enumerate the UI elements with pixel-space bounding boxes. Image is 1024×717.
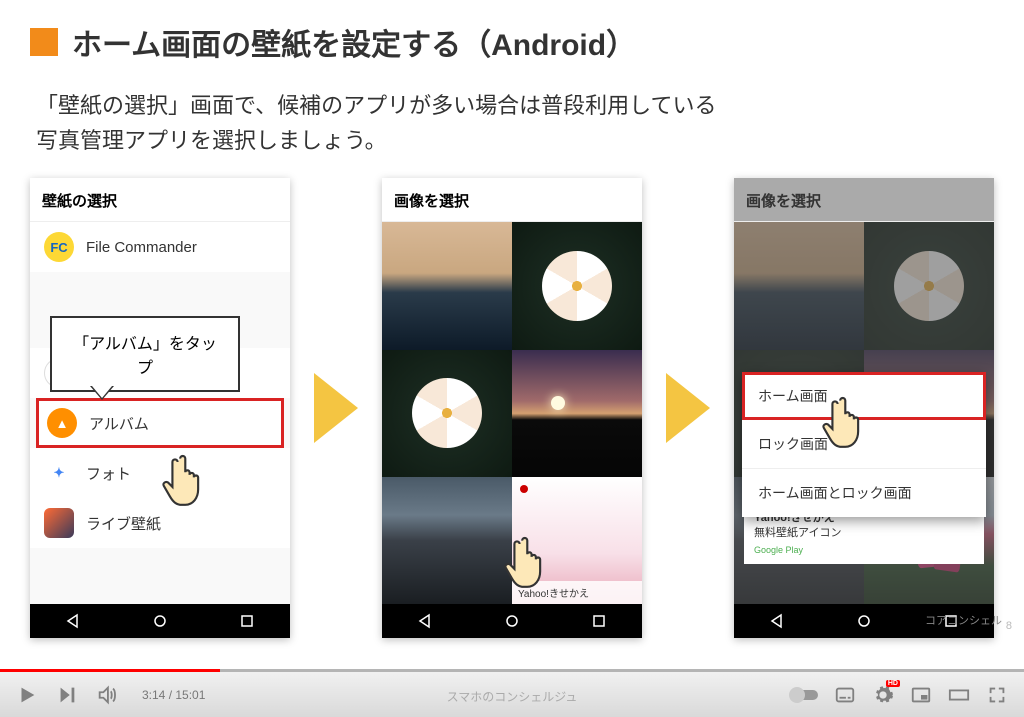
phone3-header: 画像を選択	[734, 178, 994, 222]
image-grid: Yahoo!きせかえ	[382, 222, 642, 604]
progress-track[interactable]	[0, 669, 1024, 672]
app-item-3[interactable]: ✦ フォト	[30, 448, 290, 498]
phone-2: 画像を選択 Yahoo!きせかえ	[382, 178, 642, 638]
app-label: フォト	[86, 463, 131, 484]
left-controls: 3:14 / 15:01	[16, 684, 205, 706]
page-number: 8	[1006, 620, 1012, 632]
app-icon	[44, 508, 74, 538]
arrow-icon	[314, 373, 358, 443]
nav-recent-icon[interactable]	[239, 613, 255, 629]
nav-home-icon[interactable]	[856, 613, 872, 629]
next-button[interactable]	[56, 684, 78, 706]
wallpaper-target-dialog: ホーム画面ロック画面ホーム画面とロック画面	[742, 372, 986, 517]
volume-button[interactable]	[96, 684, 118, 706]
miniplayer-button[interactable]	[910, 684, 932, 706]
fullscreen-button[interactable]	[986, 684, 1008, 706]
phone-3: 画像を選択 Yahoo!きせかえ 無料壁紙アイコン Google Play ホー…	[734, 178, 994, 638]
slide-title: ホーム画面の壁紙を設定する（Android）	[72, 20, 636, 64]
dialog-item-1[interactable]: ロック画面	[742, 420, 986, 469]
thumb-city[interactable]	[382, 477, 512, 604]
phones-row: 壁紙の選択 FCFile Commander⌂Xperiaホーム▲アルバム✦フォ…	[30, 178, 994, 638]
progress-fill	[0, 669, 220, 672]
nav-home-icon[interactable]	[152, 613, 168, 629]
play-button[interactable]	[16, 684, 38, 706]
thumb-flower[interactable]	[512, 222, 642, 349]
app-item-4[interactable]: ライブ壁紙	[30, 498, 290, 548]
thumb-flower-2[interactable]	[382, 350, 512, 477]
captions-button[interactable]	[834, 684, 856, 706]
channel-watermark: スマホのコンシェルジュ	[447, 688, 578, 705]
desc-line1: 「壁紙の選択」画面で、候補のアプリが多い場合は普段利用している	[36, 93, 716, 118]
app-icon: ✦	[44, 458, 74, 488]
slide-area: ホーム画面の壁紙を設定する（Android） 「壁紙の選択」画面で、候補のアプリ…	[0, 0, 1024, 678]
phone1-header: 壁紙の選択	[30, 178, 290, 222]
phone1-nav	[30, 604, 290, 638]
phone1-body: FCFile Commander⌂Xperiaホーム▲アルバム✦フォトライブ壁紙…	[30, 222, 290, 604]
brand-label: コアコンシェル	[925, 612, 1002, 628]
thumb-mountain[interactable]	[382, 222, 512, 349]
phone2-body: Yahoo!きせかえ	[382, 222, 642, 604]
app-icon: FC	[44, 232, 74, 262]
app-item-0[interactable]: FC File Commander	[30, 222, 290, 272]
hd-badge: HD	[886, 680, 900, 687]
dialog-item-0[interactable]: ホーム画面	[742, 372, 986, 420]
phone2-header: 画像を選択	[382, 178, 642, 222]
nav-recent-icon[interactable]	[591, 613, 607, 629]
dialog-item-2[interactable]: ホーム画面とロック画面	[742, 469, 986, 517]
thumb-pink[interactable]: Yahoo!きせかえ	[512, 477, 642, 604]
ad-sub: 無料壁紙アイコン	[754, 526, 974, 541]
settings-button[interactable]: HD	[872, 684, 894, 706]
thumb-label: Yahoo!きせかえ	[512, 581, 642, 604]
phone3-body: Yahoo!きせかえ 無料壁紙アイコン Google Play ホーム画面ロック…	[734, 222, 994, 604]
app-label: ライブ壁紙	[86, 513, 161, 534]
app-label: アルバム	[89, 413, 149, 434]
right-controls: HD	[790, 684, 1008, 706]
slide-description: 「壁紙の選択」画面で、候補のアプリが多い場合は普段利用している 写真管理アプリを…	[30, 88, 994, 158]
app-icon: ▲	[47, 408, 77, 438]
nav-back-icon[interactable]	[769, 613, 785, 629]
title-bullet-icon	[30, 28, 58, 56]
app-item-2[interactable]: ▲ アルバム	[36, 398, 284, 448]
theater-button[interactable]	[948, 684, 970, 706]
nav-back-icon[interactable]	[417, 613, 433, 629]
ad-store: Google Play	[754, 544, 974, 557]
nav-home-icon[interactable]	[504, 613, 520, 629]
callout-bubble: 「アルバム」をタップ	[50, 316, 240, 392]
nav-back-icon[interactable]	[65, 613, 81, 629]
arrow-icon	[666, 373, 710, 443]
duration: 15:01	[175, 688, 205, 702]
autoplay-toggle[interactable]	[790, 690, 818, 700]
thumb-sunset[interactable]	[512, 350, 642, 477]
title-row: ホーム画面の壁紙を設定する（Android）	[30, 20, 994, 64]
desc-line2: 写真管理アプリを選択しましょう。	[36, 128, 387, 153]
time-display: 3:14 / 15:01	[142, 688, 205, 702]
current-time: 3:14	[142, 688, 165, 702]
phone2-nav	[382, 604, 642, 638]
video-player: 3:14 / 15:01 HD スマホのコンシェルジュ	[0, 669, 1024, 717]
phone-1: 壁紙の選択 FCFile Commander⌂Xperiaホーム▲アルバム✦フォ…	[30, 178, 290, 638]
app-label: File Commander	[86, 239, 197, 256]
